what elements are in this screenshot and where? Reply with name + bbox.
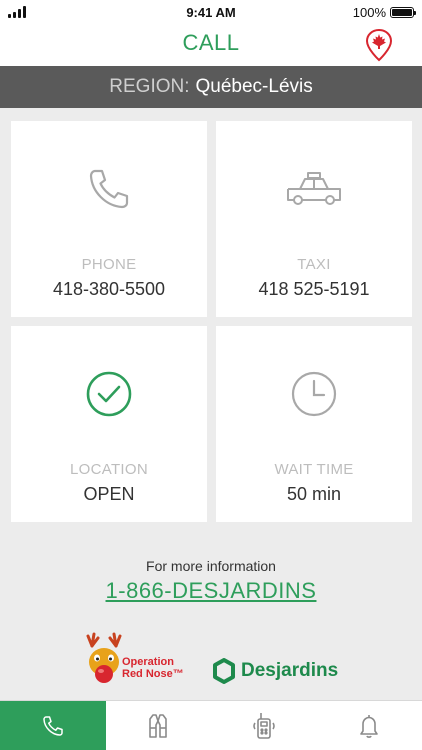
tab-notifications[interactable] [317, 701, 422, 750]
vest-icon [149, 713, 168, 738]
page-title: CALL [182, 30, 240, 55]
region-value: Québec-Lévis [195, 76, 313, 97]
region-bar[interactable]: REGION: Québec-Lévis [0, 66, 422, 108]
phone-icon [43, 715, 63, 736]
tile-label: TAXI [297, 256, 331, 273]
walkie-talkie-icon [252, 712, 275, 739]
phone-tile[interactable]: PHONE 418-380-5500 [11, 121, 207, 317]
orn-line-1: Operation [122, 656, 174, 668]
desjardins-name: Desjardins [241, 660, 339, 681]
battery-icon [390, 6, 416, 18]
info-text: For more information [146, 558, 276, 574]
phone-icon [89, 169, 129, 209]
tile-value: OPEN [83, 484, 135, 504]
canada-map-pin-icon[interactable] [364, 28, 394, 62]
tab-volunteer[interactable] [106, 701, 212, 750]
wait-time-tile[interactable]: WAIT TIME 50 min [216, 326, 412, 522]
tab-radio[interactable] [211, 701, 317, 750]
region-label: REGION: [109, 76, 190, 97]
tab-bar [0, 700, 422, 750]
tab-call[interactable] [0, 701, 106, 750]
bell-icon [360, 714, 379, 738]
tile-value: 418-380-5500 [52, 279, 166, 299]
desjardins-logo: Desjardins [212, 658, 338, 684]
nav-bar: CALL [0, 24, 422, 66]
orn-line-2: Red Nose™ [122, 668, 184, 680]
taxi-tile[interactable]: TAXI 418 525-5191 [216, 121, 412, 317]
info-phone-link[interactable]: 1-866-DESJARDINS [0, 578, 422, 604]
sponsor-logos: Operation Red Nose™ Desjardins [0, 630, 422, 692]
tile-label: PHONE [81, 256, 137, 273]
tile-label: WAIT TIME [274, 461, 354, 478]
clock-icon [291, 371, 337, 417]
tile-value: 418 525-5191 [258, 279, 370, 299]
status-bar: 9:41 AM 100% [0, 0, 422, 24]
desjardins-hexagon-icon [213, 658, 235, 684]
operation-red-nose-logo: Operation Red Nose™ [84, 630, 194, 692]
tile-label: LOCATION [70, 461, 148, 478]
tile-value: 50 min [286, 484, 342, 504]
battery-status: 100% [352, 4, 416, 20]
taxi-icon [287, 172, 341, 205]
location-tile[interactable]: LOCATION OPEN [11, 326, 207, 522]
battery-percent: 100% [352, 4, 386, 20]
check-circle-icon [86, 371, 132, 417]
signal-icon [8, 6, 26, 18]
